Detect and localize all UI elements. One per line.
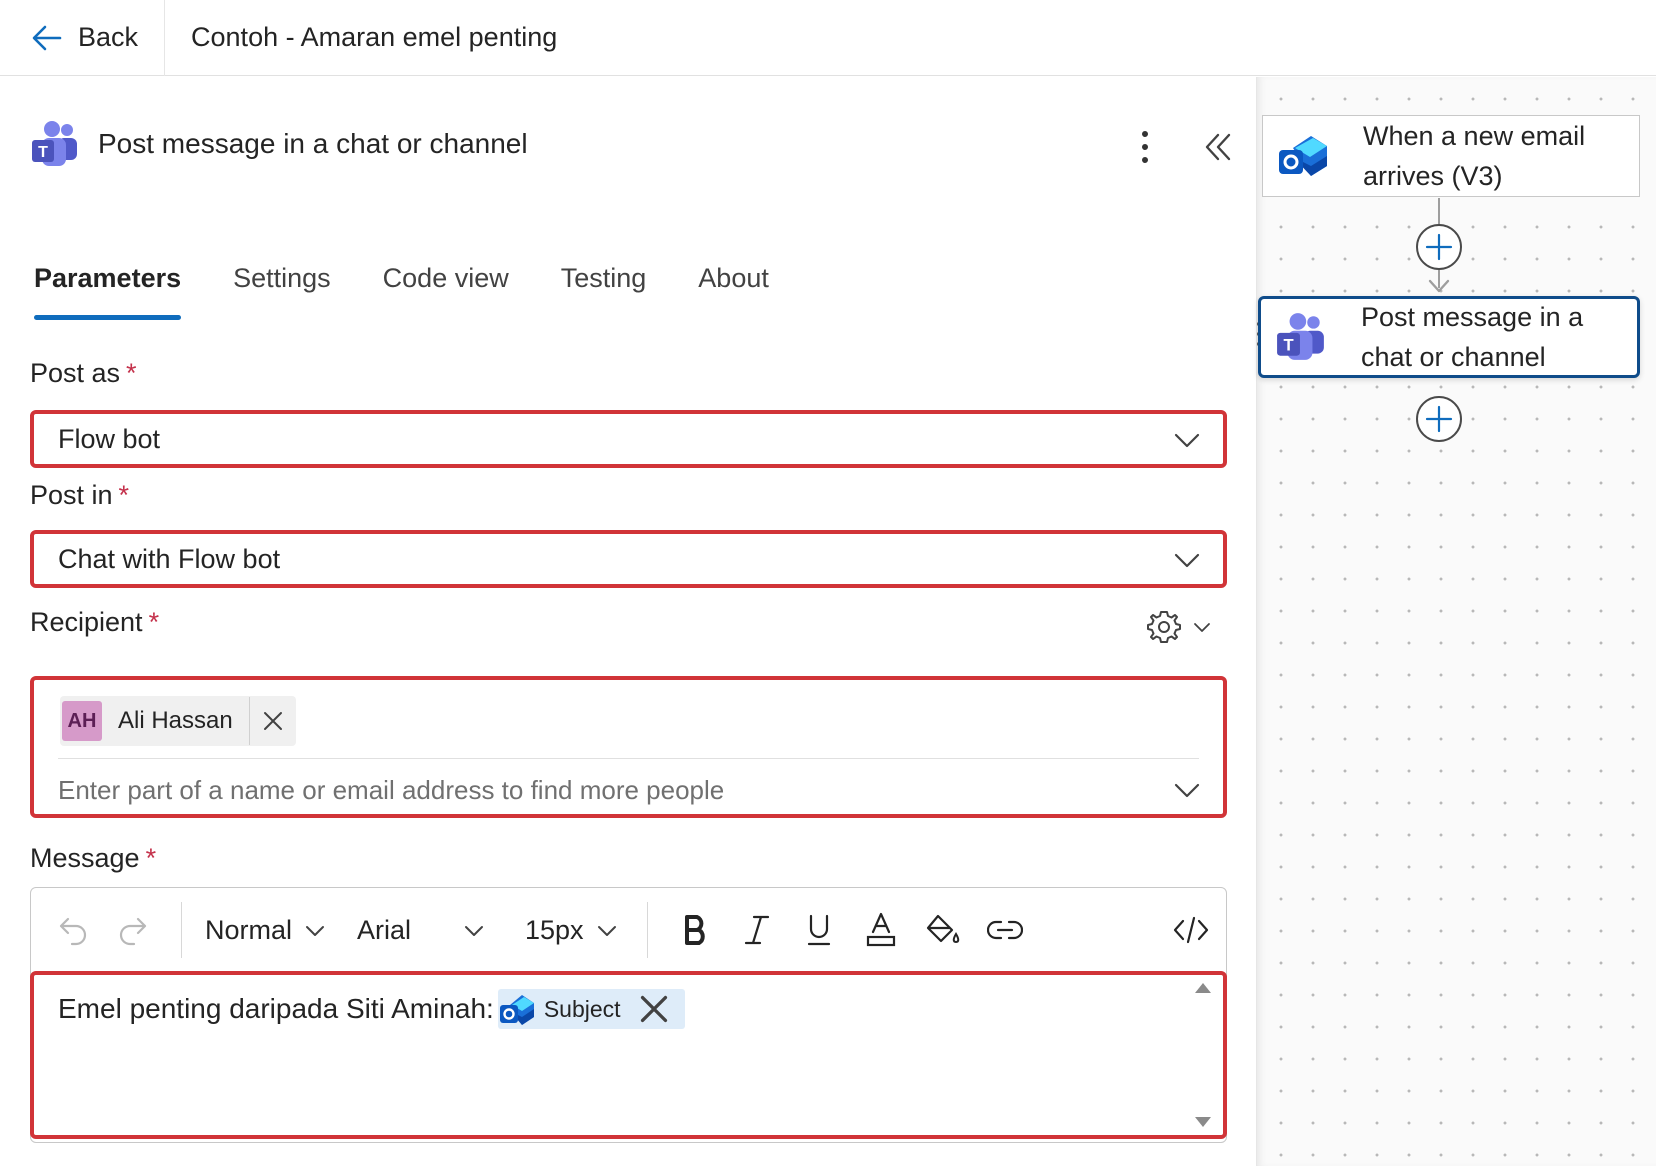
teams-logo-icon: T [32, 121, 77, 166]
insert-link-button[interactable] [985, 910, 1025, 950]
back-label: Back [78, 22, 139, 52]
chevron-down-icon [306, 926, 325, 936]
trigger-node[interactable]: When a new email arrives (V3) [1262, 115, 1640, 197]
underline-icon [807, 914, 831, 946]
trigger-node-label: When a new email arrives (V3) [1363, 121, 1586, 191]
plus-icon [1425, 405, 1453, 433]
italic-button[interactable] [737, 910, 777, 950]
toolbar-separator [647, 902, 648, 958]
token-label: Subject [543, 995, 621, 1022]
add-step-button[interactable] [1416, 224, 1462, 270]
action-node-selected[interactable]: T Post message in a chat or channel [1258, 296, 1640, 378]
recipient-search-input[interactable] [58, 768, 1118, 812]
tab-code-view[interactable]: Code view [383, 263, 509, 323]
undo-icon [59, 917, 87, 946]
editor-toolbar: Normal Arial 15px [31, 888, 1226, 972]
required-mark: * [145, 843, 157, 873]
font-family-value: Arial [357, 914, 412, 945]
required-mark: * [126, 358, 137, 388]
arrow-down-icon [1428, 279, 1450, 293]
panel-header: T Post message in a chat or channel [30, 119, 528, 169]
gear-icon[interactable] [1146, 609, 1182, 645]
post-as-label-text: Post as [30, 358, 121, 388]
post-as-dropdown[interactable]: Flow bot [30, 410, 1227, 468]
add-step-button[interactable] [1416, 396, 1462, 442]
message-content: Emel penting daripada Siti Aminah: Subje… [58, 989, 685, 1029]
tab-testing[interactable]: Testing [561, 263, 647, 323]
message-label: Message * [30, 843, 156, 874]
code-view-button[interactable] [1171, 910, 1211, 950]
plus-icon [1425, 233, 1453, 261]
required-mark: * [118, 480, 130, 510]
svg-text:T: T [1283, 336, 1293, 355]
recipient-name: Ali Hassan [118, 707, 233, 734]
scroll-down-arrow[interactable] [1195, 1117, 1211, 1127]
more-vertical-icon [1142, 131, 1148, 137]
chevron-down-icon [1174, 433, 1200, 448]
chevron-down-icon [1174, 553, 1200, 568]
redo-button[interactable] [113, 910, 153, 950]
divider [58, 758, 1199, 759]
avatar: AH [62, 701, 102, 741]
double-chevron-left-icon [1205, 133, 1231, 161]
font-family-select[interactable]: Arial [357, 908, 485, 952]
back-button[interactable]: Back [0, 0, 166, 76]
svg-text:T: T [38, 144, 48, 161]
undo-button[interactable] [53, 910, 93, 950]
message-label-text: Message [30, 843, 140, 873]
panel-title: Post message in a chat or channel [98, 128, 528, 159]
close-icon [263, 712, 282, 730]
message-text: Emel penting daripada Siti Aminah: [58, 993, 494, 1024]
chevron-down-icon [597, 926, 616, 936]
font-color-button[interactable] [861, 910, 901, 950]
action-node-label: Post message in a chat or channel [1361, 302, 1584, 372]
bold-button[interactable] [675, 910, 715, 950]
arrow-left-icon [32, 25, 62, 50]
chevron-down-icon [465, 926, 483, 936]
redo-icon [119, 917, 147, 946]
paragraph-style-select[interactable]: Normal [205, 908, 326, 952]
remove-recipient-button[interactable] [250, 696, 296, 746]
collapse-panel-button[interactable] [1198, 127, 1238, 167]
recipient-chip[interactable]: AH Ali Hassan [60, 696, 296, 746]
more-options-button[interactable] [1130, 127, 1160, 167]
tab-settings[interactable]: Settings [233, 263, 331, 323]
required-mark: * [148, 607, 160, 637]
toolbar-separator [181, 902, 182, 958]
post-as-label: Post as * [30, 358, 137, 389]
post-as-value: Flow bot [58, 423, 161, 454]
message-body-input[interactable]: Emel penting daripada Siti Aminah: Subje… [30, 971, 1227, 1139]
outlook-logo-icon [499, 995, 534, 1025]
close-icon[interactable] [635, 991, 673, 1027]
font-size-value: 15px [525, 914, 584, 945]
chevron-down-icon[interactable] [1192, 618, 1212, 636]
top-bar: Back Contoh - Amaran emel penting [0, 0, 1656, 76]
recipient-label: Recipient * [30, 607, 159, 638]
italic-icon [744, 915, 770, 945]
chevron-down-icon[interactable] [1173, 778, 1201, 802]
tab-bar: Parameters Settings Code view Testing Ab… [34, 263, 821, 323]
teams-logo-icon: T [1277, 313, 1324, 360]
post-in-value: Chat with Flow bot [58, 543, 281, 574]
paint-bucket-icon [926, 914, 960, 944]
tab-parameters[interactable]: Parameters [34, 263, 182, 323]
recipient-label-text: Recipient [30, 607, 143, 637]
code-view-icon [1173, 916, 1209, 944]
scroll-up-arrow[interactable] [1195, 983, 1211, 993]
post-in-label-text: Post in [30, 480, 113, 510]
bold-icon [685, 915, 705, 945]
highlight-color-button[interactable] [923, 910, 963, 950]
tab-about[interactable]: About [698, 263, 769, 323]
paragraph-style-value: Normal [205, 914, 293, 945]
recipient-people-picker[interactable]: AH Ali Hassan [30, 676, 1227, 818]
dynamic-content-token[interactable]: Subject [497, 989, 685, 1029]
font-color-icon [866, 912, 896, 947]
underline-button[interactable] [799, 910, 839, 950]
outlook-logo-icon [1279, 136, 1327, 176]
link-icon [987, 920, 1023, 940]
font-size-select[interactable]: 15px [525, 908, 618, 952]
post-in-label: Post in * [30, 480, 129, 511]
post-in-dropdown[interactable]: Chat with Flow bot [30, 530, 1227, 588]
flow-title: Contoh - Amaran emel penting [191, 22, 558, 52]
